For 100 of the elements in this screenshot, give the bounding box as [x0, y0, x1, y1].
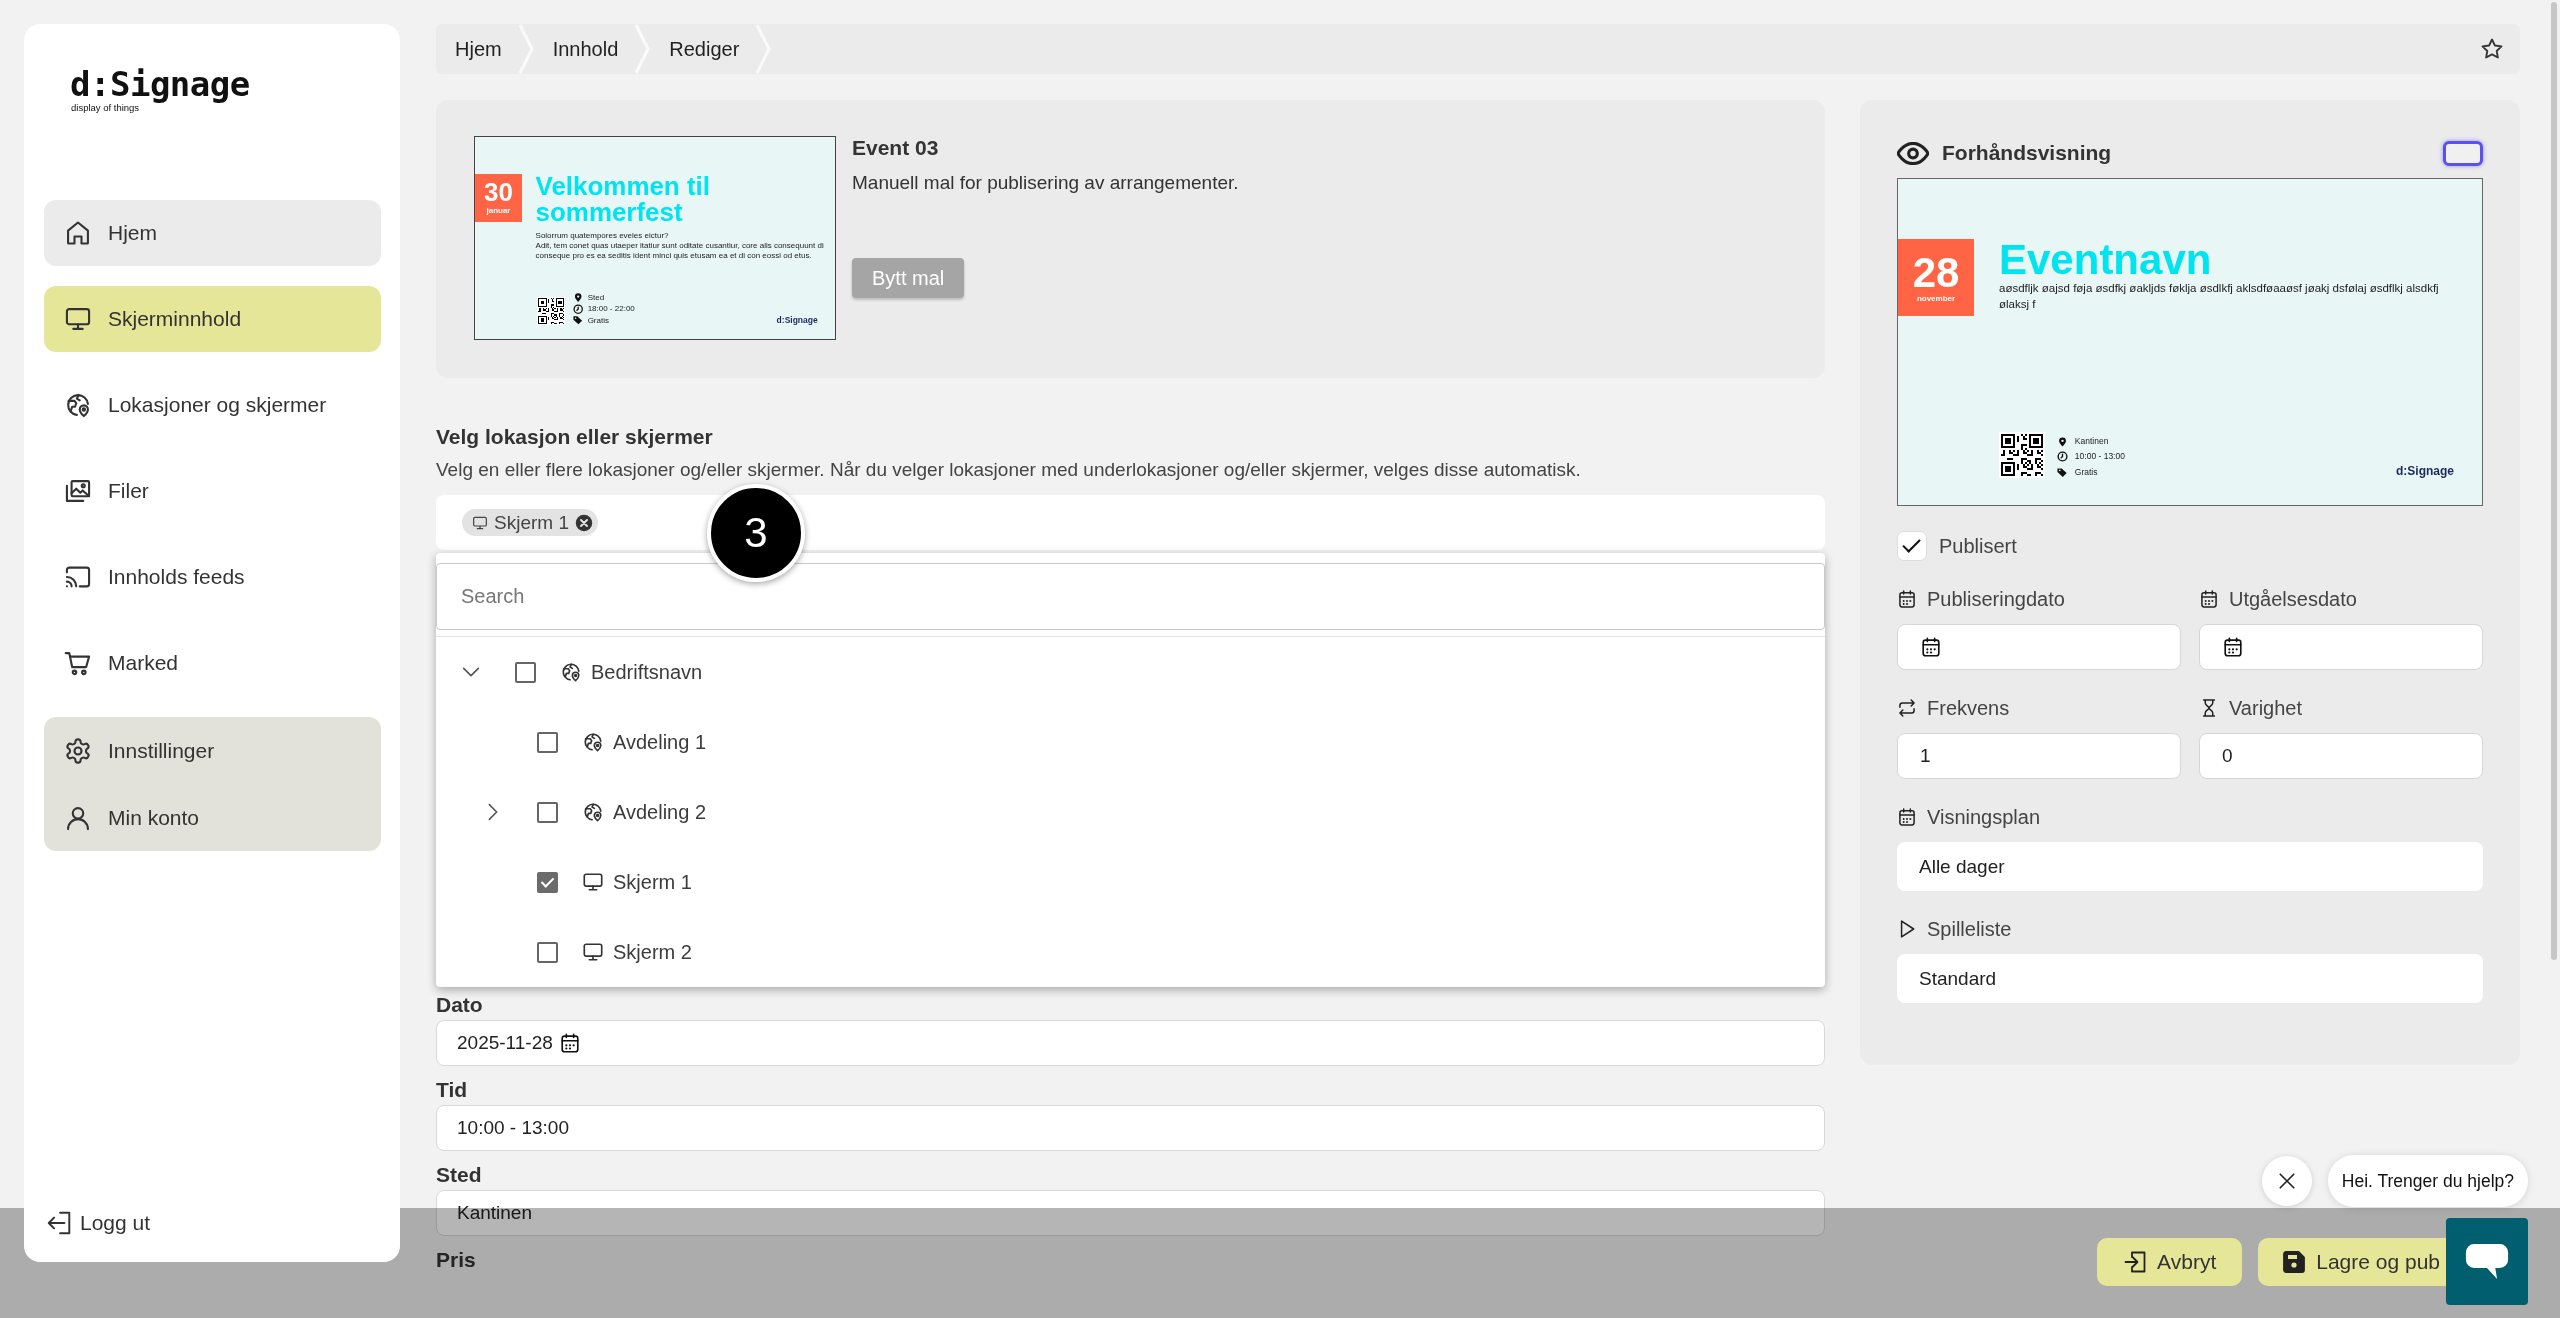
checkbox[interactable]	[537, 941, 558, 963]
save-icon	[2282, 1250, 2307, 1274]
nav-item[interactable]: Hjem	[44, 200, 381, 266]
monitor-icon	[582, 871, 604, 893]
nav-item[interactable]: Marked	[44, 630, 381, 696]
field-label: Varighet	[2229, 696, 2302, 720]
calendar-icon	[2199, 589, 2219, 609]
enter-arrow-icon	[2123, 1250, 2148, 1274]
settings-icon	[64, 736, 92, 765]
calendar-icon	[1897, 589, 1917, 609]
close-icon	[2278, 1172, 2296, 1190]
calendar-icon	[1897, 807, 1917, 827]
qr-code-icon	[537, 297, 566, 326]
field-label: Dato	[436, 993, 484, 1017]
date-field[interactable]	[2199, 624, 2483, 670]
map-pin-icon	[573, 292, 584, 303]
slide-logo: d:Signage	[776, 315, 818, 326]
field-label: Pris	[436, 1248, 477, 1272]
date-day: 30	[484, 180, 513, 207]
calendar-icon	[558, 1032, 581, 1054]
clock-icon	[2057, 451, 2069, 463]
template-description: Manuell mal for publisering av arrangementer.	[852, 171, 1239, 195]
slide-subheading: Solorrum quatempores eveles eictur?	[535, 231, 670, 241]
nav-item[interactable]: Innholds feeds	[44, 544, 381, 610]
section-title: Velg lokasjon eller skjermer	[436, 424, 714, 450]
nav-item[interactable]: Skjerminnhold	[44, 286, 381, 352]
tree-item-label[interactable]: Skjerm 2	[613, 940, 692, 964]
field-label: Publiseringdato	[1927, 587, 2065, 611]
qr-code-icon	[1999, 432, 2045, 478]
nav-item[interactable]: Lokasjoner og skjermer	[44, 372, 381, 438]
breadcrumb-link[interactable]: Innhold	[533, 24, 635, 74]
breadcrumb-link[interactable]: Rediger	[650, 24, 756, 74]
monitor-icon	[64, 305, 92, 333]
save-button[interactable]: Lagre og pub	[2258, 1238, 2446, 1286]
date-month: januar	[486, 206, 511, 216]
globe-pin-icon	[64, 391, 92, 419]
tree-item-label[interactable]: Bedriftsnavn	[591, 660, 703, 684]
empty-button[interactable]	[2443, 140, 2483, 166]
breadcrumb-link[interactable]: Hjem	[436, 24, 518, 74]
monitor-icon	[582, 941, 604, 963]
home-icon	[64, 219, 92, 247]
field-label: Tid	[436, 1078, 469, 1102]
checkbox[interactable]	[537, 731, 558, 753]
eye-icon	[1897, 141, 1929, 165]
close-button[interactable]	[2262, 1156, 2312, 1206]
checkbox[interactable]	[515, 661, 536, 683]
event-detail-text: Gratis	[587, 315, 609, 325]
event-detail-text: 18:00 - 22:00	[587, 304, 635, 314]
event-detail-text: Sted	[587, 292, 605, 302]
date-field[interactable]	[1897, 624, 2181, 670]
nav-item[interactable]: Min konto	[44, 784, 381, 851]
checkbox[interactable]	[537, 871, 558, 893]
event-detail-text: Kantinen	[2074, 436, 2109, 447]
images-icon	[64, 477, 92, 505]
nav-item[interactable]: Filer	[44, 458, 381, 524]
number-field[interactable]: 1	[1897, 733, 2181, 779]
field-label: Spilleliste	[1927, 917, 2012, 941]
field-label: Utgåelsesdato	[2229, 587, 2357, 611]
tag-icon	[573, 315, 584, 326]
slide-logo: d:Signage	[2396, 464, 2454, 478]
tree-item-label[interactable]: Avdeling 2	[613, 800, 707, 824]
remove-icon[interactable]	[574, 513, 593, 532]
tree-item-label[interactable]: Skjerm 1	[613, 870, 692, 894]
globe-pin-icon	[582, 731, 604, 753]
number-field[interactable]: 0	[2199, 733, 2483, 779]
event-detail-text: 10:00 - 13:00	[2074, 452, 2125, 462]
chat-bubble-icon	[2465, 1243, 2509, 1280]
logo-tagline: display of things	[71, 102, 140, 113]
select-field[interactable]: Standard	[1897, 954, 2483, 1003]
scrollbar-thumb[interactable]	[2551, 2, 2557, 960]
date-day: 28	[1912, 251, 1960, 294]
section-help-text: Velg en eller flere lokasjoner og/eller skjermer. Når du velger lokasjoner med underlokasjoner og/eller skjermer, velges disse automatisk.	[436, 458, 1582, 482]
checkbox[interactable]	[537, 801, 558, 823]
map-pin-icon	[2057, 435, 2069, 447]
slide-body-text: aøsdfljk øajsd føja øsdfkj øakljds føklja øsdlkfj aklsdføaaøsf jøakj dsfølaj øsdflkj alsdkfj ølaksj f	[1999, 281, 2440, 312]
cart-icon	[64, 649, 92, 677]
template-title: Event 03	[852, 136, 939, 160]
calendar-icon	[1920, 636, 1942, 658]
tree-item-label[interactable]: Avdeling 1	[613, 730, 707, 754]
date-field[interactable]: 2025-11-28	[436, 1020, 1825, 1066]
slide-heading: Eventnavn	[1999, 239, 2213, 281]
clock-icon	[573, 303, 584, 314]
globe-pin-icon	[560, 661, 582, 683]
nav-item[interactable]: Innstillinger	[44, 717, 381, 784]
slide-body-text: Adit, tem conet quas utaeper itatiur sunt oditate cusantiur, core alis consequunt di conseque pro es ea seditis ident minci quis etusam ea et di con eossi od etus.	[535, 241, 825, 261]
star-icon[interactable]	[2480, 37, 2504, 61]
exit-arrow-icon	[46, 1210, 72, 1236]
panel-title: Forhåndsvisning	[1942, 141, 2112, 165]
monitor-icon	[472, 514, 488, 531]
checkbox-label: Publisert	[1939, 534, 2017, 558]
text-field[interactable]: Kantinen	[436, 1190, 1825, 1236]
search-field[interactable]: Search	[436, 563, 1825, 630]
logout-link[interactable]: Logg ut	[44, 1210, 151, 1236]
date-month: november	[1916, 293, 1956, 304]
cancel-button[interactable]: Avbryt	[2097, 1238, 2243, 1286]
field-label: Frekvens	[1927, 696, 2010, 720]
chat-button[interactable]	[2446, 1218, 2528, 1305]
globe-pin-icon	[582, 801, 604, 823]
select-field[interactable]: Alle dager	[1897, 842, 2483, 891]
text-field[interactable]: 10:00 - 13:00	[436, 1105, 1825, 1151]
